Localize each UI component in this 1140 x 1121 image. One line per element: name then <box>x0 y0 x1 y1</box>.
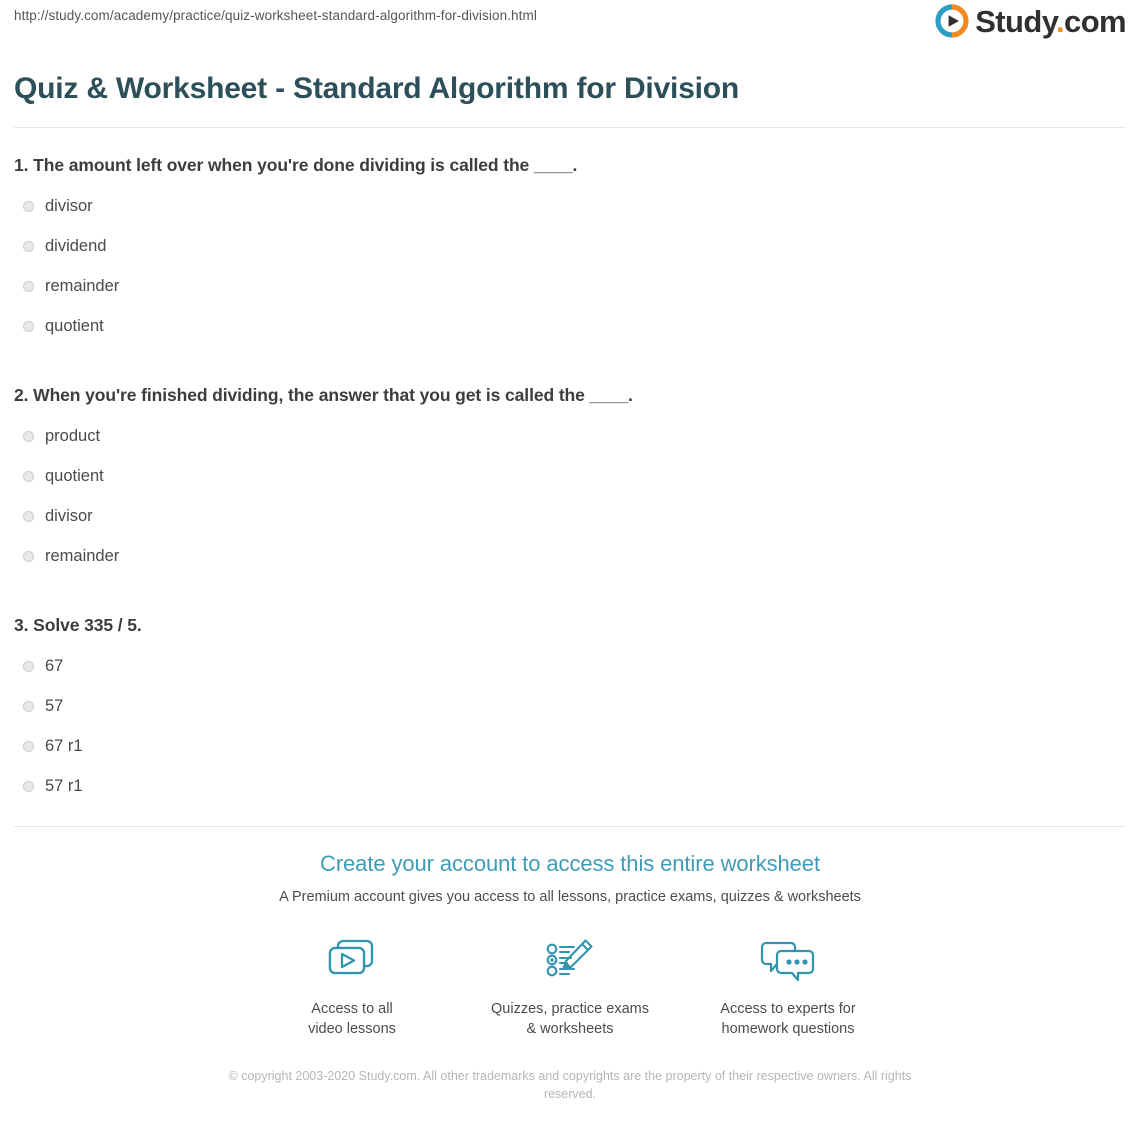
question-spacer <box>14 593 1126 615</box>
option-row[interactable]: divisor <box>14 187 1126 227</box>
radio-button-icon[interactable] <box>23 741 34 752</box>
logo-wordmark: Study.com <box>975 6 1126 37</box>
option-row[interactable]: quotient <box>14 307 1126 347</box>
option-label: quotient <box>45 317 104 336</box>
question-item: 2. When you're finished dividing, the an… <box>14 385 1126 577</box>
option-label: quotient <box>45 467 104 486</box>
option-row[interactable]: 57 <box>14 687 1126 727</box>
feature-caption-line1: Access to all <box>311 1000 393 1017</box>
option-row[interactable]: remainder <box>14 267 1126 307</box>
option-label: divisor <box>45 507 93 526</box>
option-row[interactable]: 67 <box>14 647 1126 687</box>
cta-subtitle: A Premium account gives you access to al… <box>279 888 861 905</box>
feature-caption-line2: & worksheets <box>526 1020 614 1037</box>
feature-item-video-lessons: Access to all video lessons <box>243 931 461 1039</box>
option-row[interactable]: product <box>14 417 1126 457</box>
worksheet-page: http://study.com/academy/practice/quiz-w… <box>0 0 1140 1103</box>
radio-button-icon[interactable] <box>23 431 34 442</box>
radio-button-icon[interactable] <box>23 511 34 522</box>
radio-button-icon[interactable] <box>23 781 34 792</box>
radio-button-icon[interactable] <box>23 701 34 712</box>
create-account-cta: Create your account to access this entir… <box>14 827 1126 1039</box>
option-row[interactable]: dividend <box>14 227 1126 267</box>
page-title: Quiz & Worksheet - Standard Algorithm fo… <box>14 72 740 105</box>
feature-item-quizzes: Quizzes, practice exams & worksheets <box>461 931 679 1039</box>
option-row[interactable]: divisor <box>14 497 1126 537</box>
options-list: divisor dividend remainder quotient <box>14 187 1126 347</box>
feature-caption-line2: homework questions <box>721 1020 855 1037</box>
cta-title[interactable]: Create your account to access this entir… <box>14 851 1126 877</box>
option-label: 57 r1 <box>45 777 83 796</box>
option-label: 57 <box>45 697 64 716</box>
option-row[interactable]: 57 r1 <box>14 767 1126 807</box>
radio-button-icon[interactable] <box>23 661 34 672</box>
option-label: 67 r1 <box>45 737 83 756</box>
study-com-logo[interactable]: Study.com <box>935 4 1127 38</box>
page-header: http://study.com/academy/practice/quiz-w… <box>14 0 1127 56</box>
option-label: remainder <box>45 277 120 296</box>
question-spacer <box>14 363 1126 385</box>
logo-word-primary: Study <box>975 3 1057 39</box>
options-list: product quotient divisor remainder <box>14 417 1126 577</box>
feature-caption-line1: Quizzes, practice exams <box>491 1000 649 1017</box>
option-label: dividend <box>45 237 107 256</box>
radio-button-icon[interactable] <box>23 281 34 292</box>
logo-word-dot: . <box>1056 3 1065 39</box>
page-url: http://study.com/academy/practice/quiz-w… <box>14 8 537 23</box>
feature-caption-line1: Access to experts for <box>720 1000 856 1017</box>
option-row[interactable]: quotient <box>14 457 1126 497</box>
radio-button-icon[interactable] <box>23 321 34 332</box>
feature-caption: Access to experts for homework questions <box>679 999 897 1039</box>
question-text: 1. The amount left over when you're done… <box>14 154 578 175</box>
chat-bubbles-icon <box>679 931 897 989</box>
feature-item-experts: Access to experts for homework questions <box>679 931 897 1039</box>
copyright-notice: © copyright 2003-2020 Study.com. All oth… <box>228 1068 912 1101</box>
option-row[interactable]: 67 r1 <box>14 727 1126 767</box>
question-text: 3. Solve 335 / 5. <box>14 614 142 635</box>
option-label: 67 <box>45 657 64 676</box>
question-item: 3. Solve 335 / 5. 67 57 67 r1 57 r1 <box>14 615 1126 807</box>
radio-button-icon[interactable] <box>23 201 34 212</box>
option-label: divisor <box>45 197 93 216</box>
radio-button-icon[interactable] <box>23 551 34 562</box>
questions-list: 1. The amount left over when you're done… <box>14 128 1126 807</box>
logo-word-secondary: com <box>1064 3 1127 39</box>
options-list: 67 57 67 r1 57 r1 <box>14 647 1126 807</box>
radio-button-icon[interactable] <box>23 471 34 482</box>
video-lessons-icon <box>243 931 461 989</box>
quiz-checklist-pencil-icon <box>461 931 679 989</box>
option-label: remainder <box>45 547 120 566</box>
feature-caption: Quizzes, practice exams & worksheets <box>461 999 679 1039</box>
feature-caption-line2: video lessons <box>308 1020 396 1037</box>
option-label: product <box>45 427 101 446</box>
option-row[interactable]: remainder <box>14 537 1126 577</box>
radio-button-icon[interactable] <box>23 241 34 252</box>
feature-caption: Access to all video lessons <box>243 999 461 1039</box>
question-item: 1. The amount left over when you're done… <box>14 155 1126 347</box>
play-circle-icon <box>935 4 969 38</box>
question-text: 2. When you're finished dividing, the an… <box>14 384 633 405</box>
feature-list: Access to all video lessons Quizzes, pra… <box>14 931 1126 1039</box>
